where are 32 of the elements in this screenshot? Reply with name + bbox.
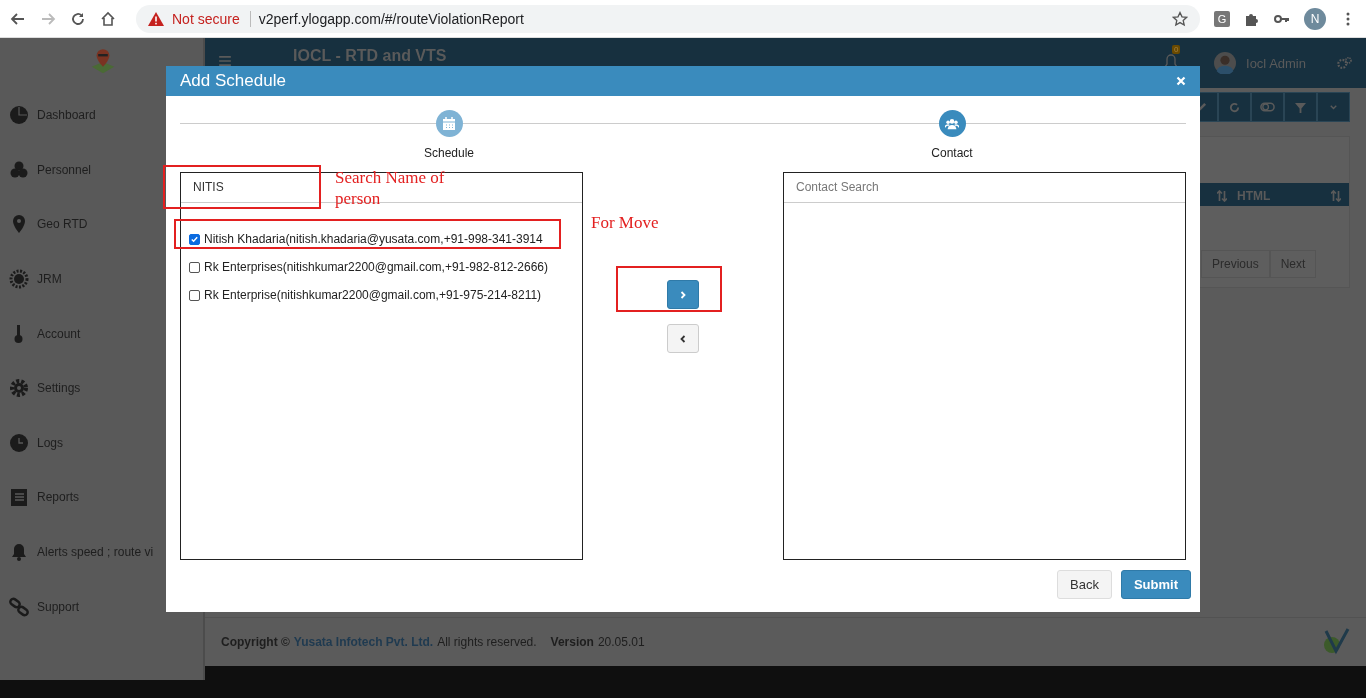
- column-header[interactable]: HTML: [1237, 189, 1321, 203]
- annotation-text: Search Name of person: [335, 167, 446, 209]
- extension-button[interactable]: G: [1214, 10, 1230, 27]
- profile-avatar[interactable]: N: [1304, 7, 1326, 30]
- rights-text: All rights reserved.: [437, 635, 537, 649]
- sidebar-item[interactable]: Alerts speed ; route vi: [0, 524, 203, 580]
- url-text: v2perf.ylogapp.com/#/routeViolationReport: [258, 10, 525, 27]
- sidebar-item[interactable]: Support: [0, 579, 203, 634]
- sidebar-item[interactable]: Dashboard: [0, 88, 203, 143]
- contact-label[interactable]: Nitish Khadaria(nitish.khadaria@yusata.com,+91-998-341-3914: [204, 232, 543, 246]
- sidebar-item[interactable]: Reports: [0, 470, 203, 525]
- version-number: 20.05.01: [597, 635, 645, 649]
- back-button[interactable]: Back: [1057, 570, 1112, 599]
- annotation-text: For Move: [591, 212, 659, 233]
- step-label: Schedule: [423, 146, 474, 160]
- copyright-label: Copyright ©: [221, 635, 290, 649]
- sidebar-item[interactable]: Settings: [0, 360, 203, 416]
- sidebar-item[interactable]: JRM: [0, 251, 203, 307]
- user-name[interactable]: Iocl Admin: [1246, 55, 1306, 71]
- app-title: IOCL - RTD and VTS: [293, 47, 447, 65]
- security-label: Not secure: [172, 10, 251, 27]
- dialog-title: Add Schedule: [180, 71, 286, 91]
- version-label: Version: [550, 635, 594, 649]
- contact-search-field[interactable]: Contact Search: [784, 173, 1185, 201]
- submit-button[interactable]: Submit: [1120, 570, 1191, 599]
- contact-label[interactable]: Rk Enterprises(nitishkumar2200@gmail.com,+91-982-812-2666): [204, 260, 548, 274]
- sidebar-item[interactable]: Account: [0, 306, 203, 361]
- company-link[interactable]: Yusata Infotech Pvt. Ltd.: [293, 635, 434, 649]
- address-bar[interactable]: Not secure v2perf.ylogapp.com/#/routeViolationReport: [136, 4, 1200, 33]
- sidebar-item[interactable]: Logs: [0, 415, 203, 471]
- contact-label[interactable]: Rk Enterprise(nitishkumar2200@gmail.com,+91-975-214-8211): [204, 288, 542, 302]
- step-label: Contact: [931, 146, 973, 160]
